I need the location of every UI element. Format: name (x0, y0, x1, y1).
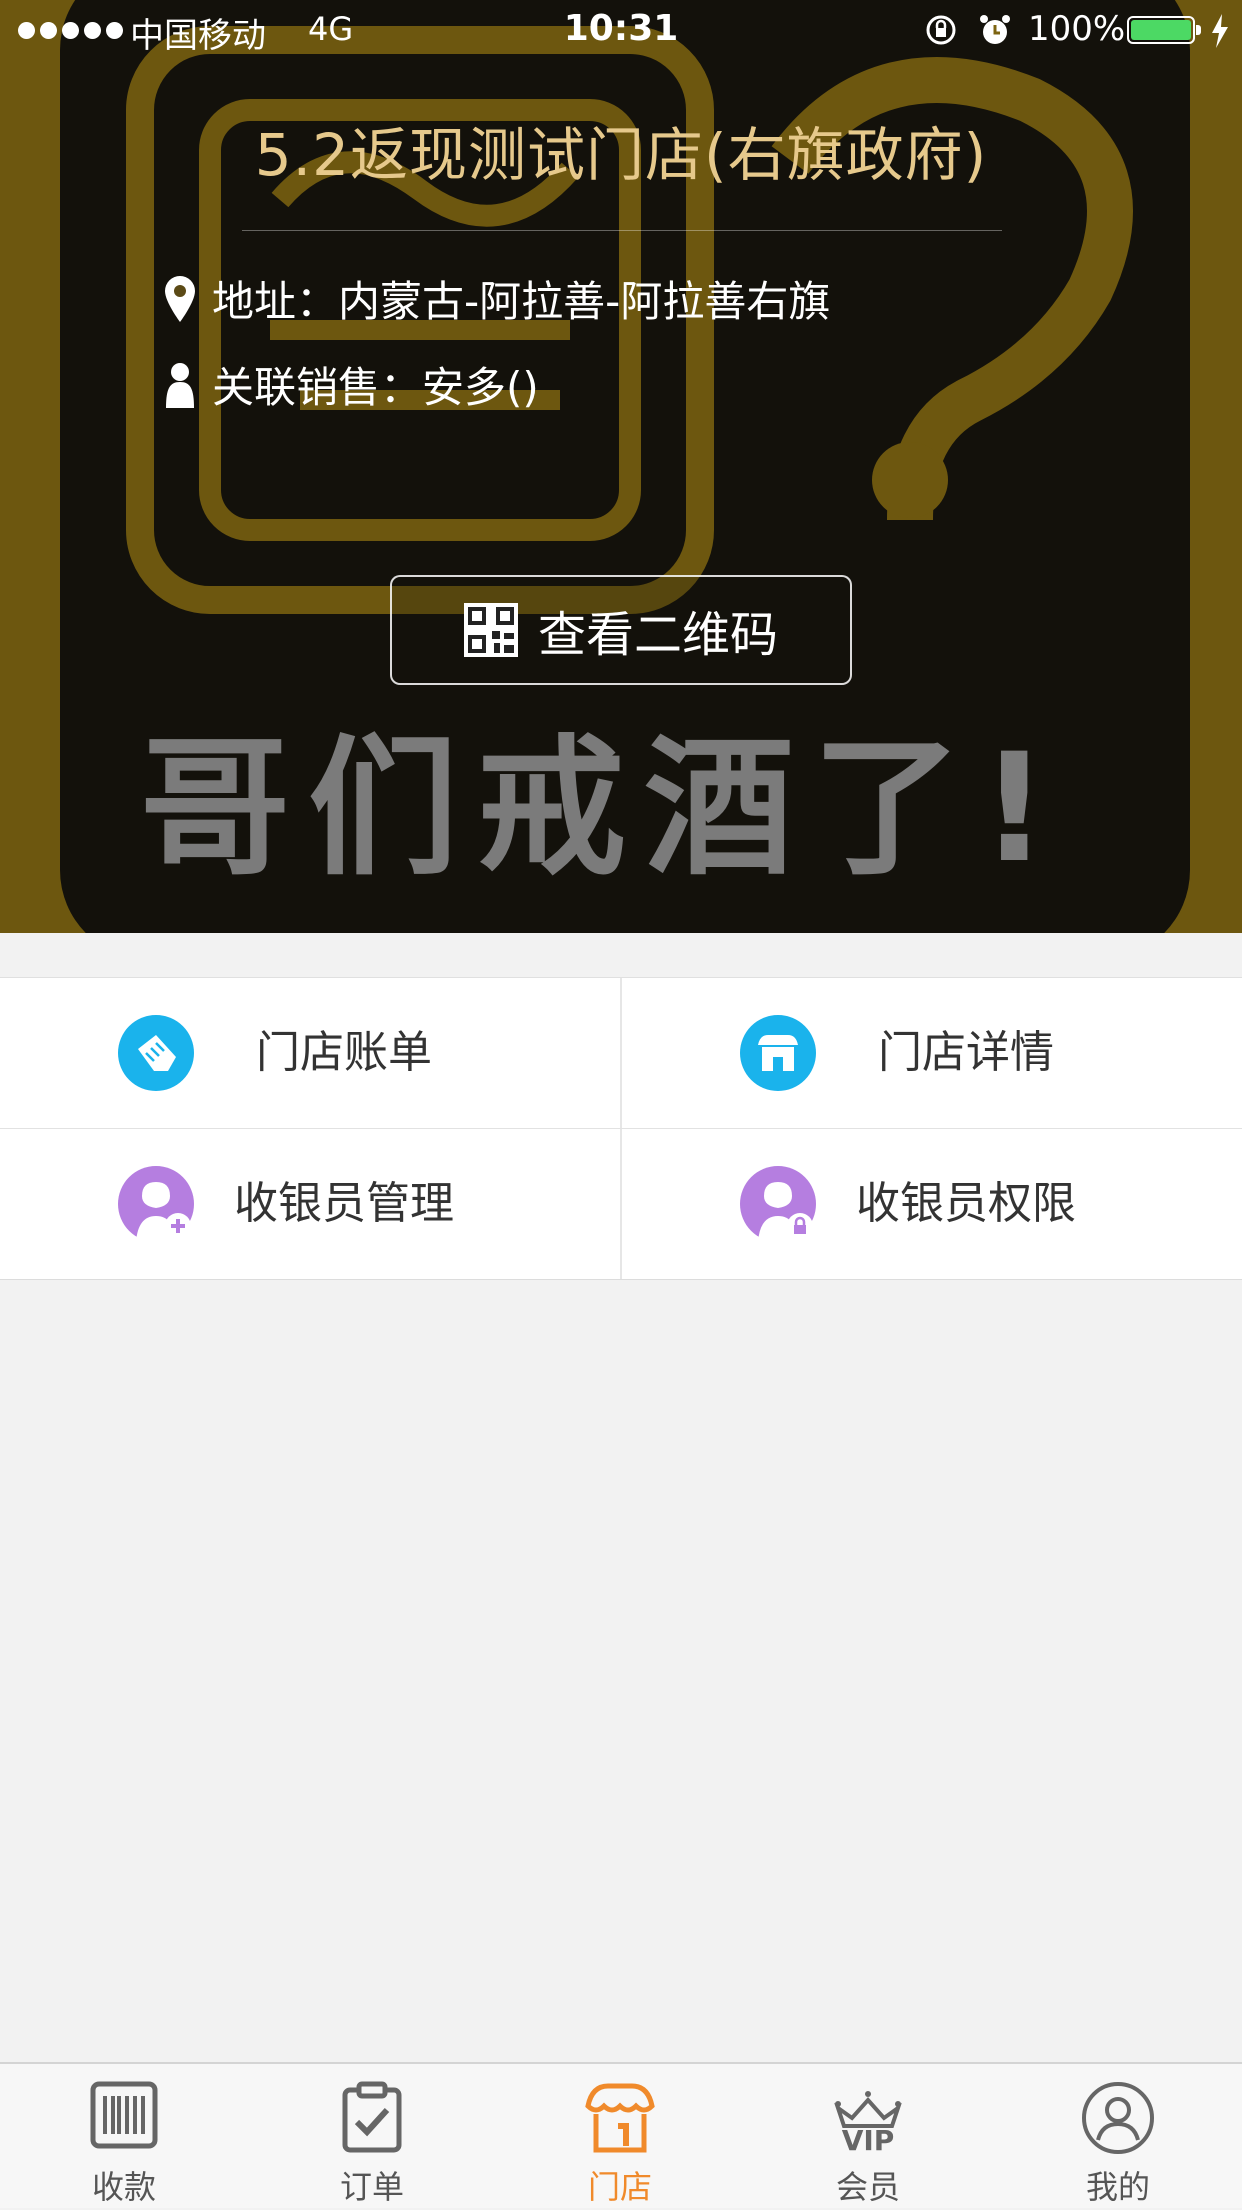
sales-row: 关联销售： 安多() (160, 354, 539, 415)
alarm-icon (978, 13, 1012, 51)
store-tab-icon (585, 2083, 655, 2153)
tab-label: 我的 (1085, 2168, 1150, 2206)
tab-label: 会员 (835, 2168, 900, 2206)
menu-item-cashier-permissions[interactable]: 收银员权限 (622, 1129, 1242, 1279)
tab-members[interactable]: VIP 会员 (744, 2064, 992, 2210)
barcode-icon (90, 2081, 158, 2149)
menu-item-label: 门店详情 (878, 1027, 1054, 1078)
address-row: 地址： 内蒙古-阿拉善-阿拉善右旗 (160, 268, 830, 329)
rotation-lock-icon (924, 13, 958, 51)
store-menu-grid: 门店账单 门店详情 收银员管理 收银员权限 (0, 977, 1242, 1280)
view-qr-code-button[interactable]: 查看二维码 (390, 575, 852, 685)
tab-store[interactable]: 门店 (496, 2064, 744, 2210)
menu-item-store-details[interactable]: 门店详情 (622, 978, 1242, 1128)
address-value: 内蒙古-阿拉善-阿拉善右旗 (338, 277, 831, 326)
charging-icon (1210, 14, 1230, 52)
profile-icon (1082, 2082, 1154, 2154)
status-bar: 中国移动 4G 10:31 100% (0, 0, 1242, 62)
menu-item-label: 收银员权限 (856, 1178, 1076, 1229)
clipboard-icon (342, 2081, 402, 2153)
vip-crown-icon: VIP (834, 2091, 902, 2154)
tab-profile[interactable]: 我的 (994, 2064, 1242, 2210)
view-qr-code-label: 查看二维码 (537, 607, 778, 663)
sales-value: 安多() (422, 363, 539, 412)
sales-label: 关联销售： (212, 363, 423, 412)
tab-orders[interactable]: 订单 (248, 2064, 496, 2210)
tab-label: 门店 (587, 2168, 652, 2206)
address-label: 地址： (212, 277, 339, 326)
qr-code-icon (463, 603, 518, 657)
store-header: 哥们戒酒了! 中国移动 4G 10:31 100% 5.2返现测试门店(右旗政府… (0, 0, 1242, 933)
person-icon (160, 362, 200, 408)
tab-label: 订单 (339, 2168, 404, 2206)
tab-collect-payment[interactable]: 收款 (0, 2064, 248, 2210)
title-divider (242, 230, 1002, 231)
store-name-title: 5.2返现测试门店(右旗政府) (254, 121, 988, 189)
battery-percentage: 100% (1028, 9, 1126, 49)
menu-item-store-bill[interactable]: 门店账单 (0, 978, 620, 1128)
location-pin-icon (160, 275, 200, 322)
menu-item-cashier-management[interactable]: 收银员管理 (0, 1129, 620, 1279)
menu-item-label: 收银员管理 (234, 1178, 454, 1229)
tab-label: 收款 (91, 2168, 156, 2206)
vip-text: VIP (842, 2124, 895, 2154)
bottom-tab-bar: 收款 订单 门店 VIP 会员 我的 (0, 2062, 1242, 2208)
battery-icon (1127, 16, 1201, 44)
menu-item-label: 门店账单 (256, 1027, 432, 1078)
